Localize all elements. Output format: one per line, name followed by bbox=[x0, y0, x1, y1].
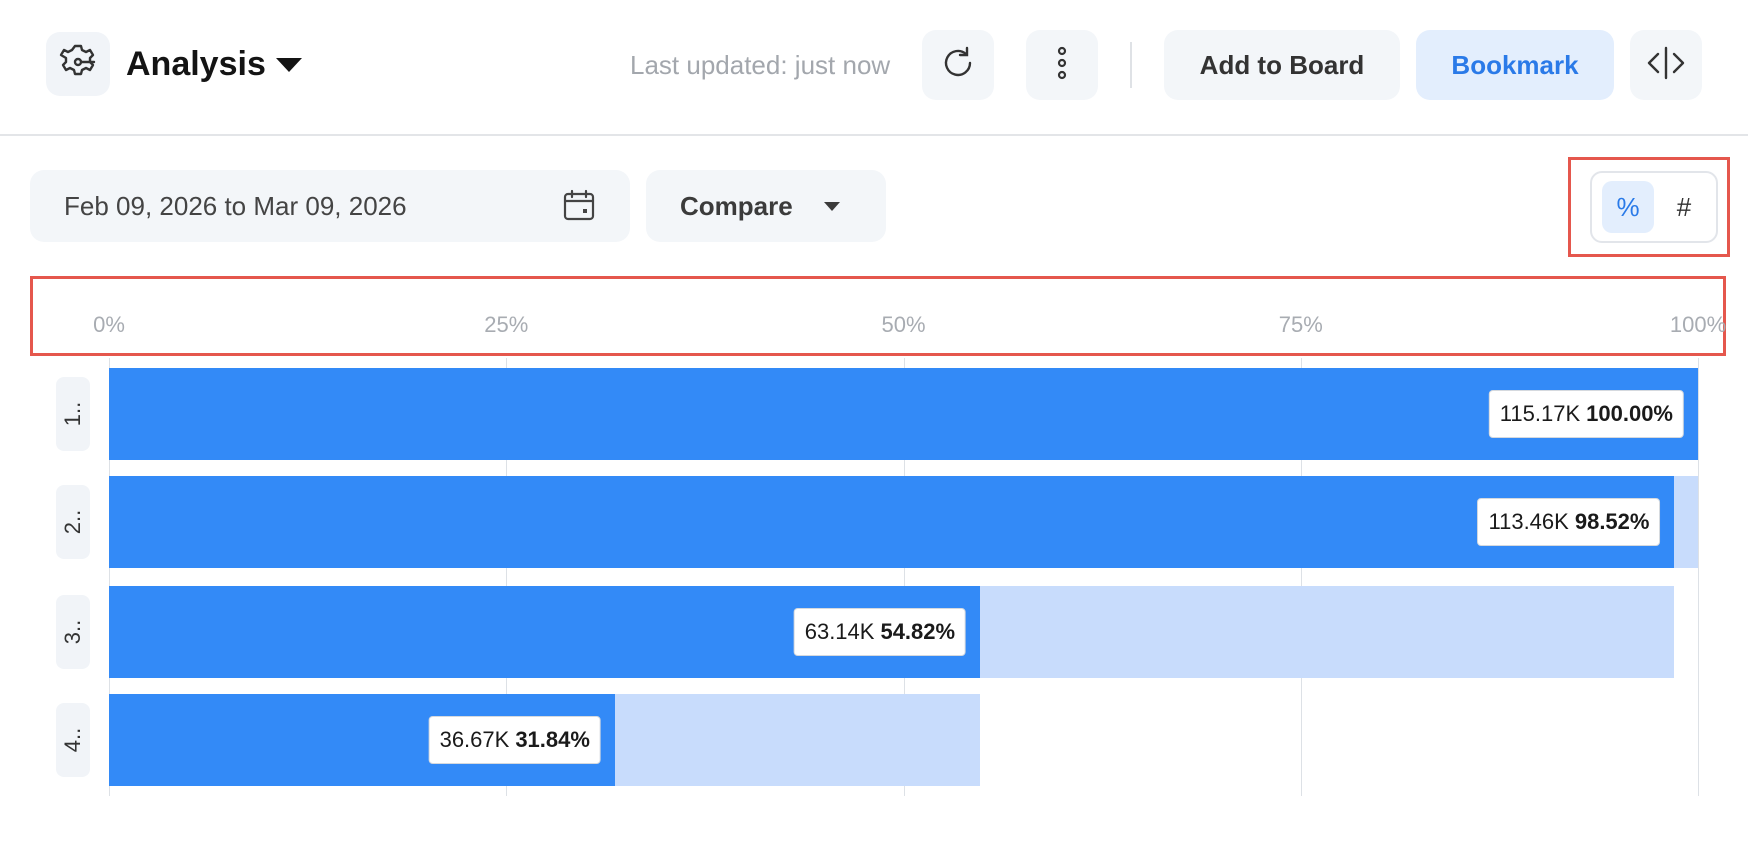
bar-count: 113.46K bbox=[1488, 509, 1569, 534]
row-step-text: 4.. bbox=[60, 727, 85, 753]
bar-percent: 100.00% bbox=[1586, 401, 1673, 426]
row-step-label[interactable]: 3.. bbox=[56, 595, 90, 669]
bar-count: 115.17K bbox=[1499, 401, 1581, 426]
row-step-label[interactable]: 1.. bbox=[56, 377, 90, 451]
add-to-board-button[interactable]: Add to Board bbox=[1164, 30, 1400, 100]
count-toggle[interactable]: # bbox=[1658, 181, 1710, 233]
row-step-text: 2.. bbox=[60, 509, 85, 535]
bar[interactable] bbox=[109, 368, 1698, 460]
compare-label: Compare bbox=[680, 191, 793, 221]
refresh-icon bbox=[939, 44, 977, 87]
kebab-icon bbox=[1055, 45, 1069, 86]
bar-percent: 54.82% bbox=[880, 619, 956, 644]
chevron-down-icon[interactable] bbox=[276, 58, 302, 72]
percent-toggle[interactable]: % bbox=[1602, 181, 1654, 233]
bookmark-button[interactable]: Bookmark bbox=[1416, 30, 1614, 100]
code-view-button[interactable] bbox=[1630, 30, 1702, 100]
x-tick-label: 25% bbox=[484, 312, 529, 337]
x-tick-label: 75% bbox=[1278, 312, 1323, 337]
gear-flow-icon bbox=[58, 42, 98, 87]
row-step-label[interactable]: 4.. bbox=[56, 703, 90, 777]
x-gridline bbox=[1698, 358, 1699, 796]
row-step-text: 3.. bbox=[60, 619, 85, 645]
x-tick-label: 100% bbox=[1669, 312, 1727, 337]
row-step-label[interactable]: 2.. bbox=[56, 485, 90, 559]
code-icon bbox=[1646, 45, 1686, 86]
chevron-down-icon bbox=[824, 202, 840, 211]
calendar-icon bbox=[562, 188, 596, 227]
bar-data-label: 36.67K 31.84% bbox=[428, 716, 601, 764]
bar-percent: 31.84% bbox=[515, 727, 590, 752]
bar-percent: 98.52% bbox=[1574, 509, 1650, 534]
bar-count: 36.67K bbox=[439, 727, 510, 752]
app-icon-button[interactable] bbox=[46, 32, 110, 96]
more-options-button[interactable] bbox=[1026, 30, 1098, 100]
axis-highlight-box bbox=[30, 276, 1726, 356]
refresh-button[interactable] bbox=[922, 30, 994, 100]
header-bar: Analysis Last updated: just now Add to B… bbox=[0, 0, 1748, 136]
compare-dropdown[interactable]: Compare bbox=[646, 170, 886, 242]
bar[interactable] bbox=[109, 476, 1675, 568]
bar-data-label: 115.17K 100.00% bbox=[1488, 390, 1684, 438]
date-range-picker[interactable]: Feb 09, 2026 to Mar 09, 2026 bbox=[30, 170, 630, 242]
x-tick-label: 0% bbox=[93, 312, 125, 337]
bar-data-label: 63.14K 54.82% bbox=[793, 608, 967, 656]
page-title[interactable]: Analysis bbox=[126, 40, 266, 88]
date-range-text: Feb 09, 2026 to Mar 09, 2026 bbox=[64, 191, 407, 221]
bar-data-label: 113.46K 98.52% bbox=[1477, 498, 1661, 546]
bar-count: 63.14K bbox=[804, 619, 875, 644]
row-step-text: 1.. bbox=[60, 401, 85, 427]
header-divider bbox=[1130, 42, 1132, 88]
display-mode-toggle: % # bbox=[1590, 171, 1718, 243]
x-tick-label: 50% bbox=[881, 312, 926, 337]
last-updated-text: Last updated: just now bbox=[630, 50, 891, 80]
